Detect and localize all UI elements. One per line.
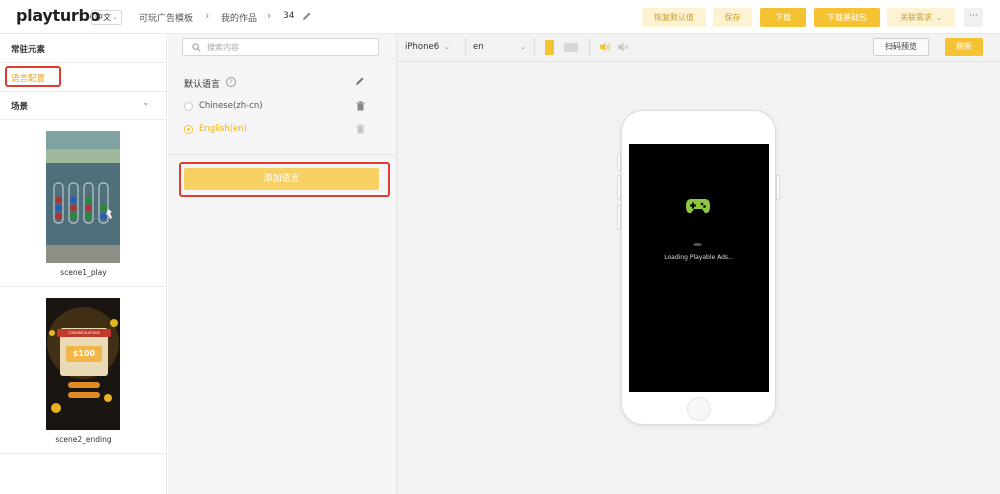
download-base-package-button[interactable]: 下载基础包	[814, 8, 880, 27]
language-name: Chinese(zh-cn)	[199, 101, 263, 111]
highlight-box	[5, 66, 61, 87]
sound-on-icon[interactable]	[599, 41, 611, 53]
divider	[168, 154, 396, 155]
top-bar: playturbo 中文 ⌄ 可玩广告模板 › 我的作品 › 34 恢复默认值 …	[0, 0, 1000, 34]
phone-screen[interactable]: Loading Playable Ads...	[629, 144, 769, 392]
divider	[465, 39, 466, 56]
scene2-thumbnail[interactable]: CONGRATULATIONS $100	[46, 298, 120, 430]
divider	[0, 62, 167, 63]
highlight-box	[179, 162, 390, 197]
scan-preview-button[interactable]: 扫码预览	[873, 38, 929, 56]
landscape-orientation-icon[interactable]	[564, 43, 578, 52]
delete-icon	[356, 124, 365, 134]
preview-area: iPhone6 ⌄ en ⌄ 扫码预览 刷新 Loading Playable …	[397, 34, 1000, 494]
language-name: English(en)	[199, 124, 247, 134]
loading-spinner	[693, 243, 702, 246]
more-options-button[interactable]: ···	[964, 8, 983, 27]
mute-icon[interactable]	[617, 41, 629, 53]
loading-text: Loading Playable Ads...	[664, 254, 734, 261]
default-language-label: 默认语言	[184, 80, 221, 90]
breadcrumb-my-works[interactable]: 我的作品	[221, 11, 257, 24]
chevron-down-icon: ⌄	[112, 13, 118, 21]
congratulations-banner: CONGRATULATIONS	[68, 331, 100, 335]
scene2-preview-image	[46, 298, 120, 430]
divider	[0, 119, 167, 120]
ui-language-select[interactable]: 中文 ⌄	[91, 10, 122, 25]
refresh-button[interactable]: 刷新	[945, 38, 983, 56]
related-needs-label: 关联需求	[900, 13, 933, 22]
scenes-heading: 场景	[11, 102, 29, 112]
chevron-right-icon: ›	[205, 9, 210, 22]
divider	[589, 39, 590, 56]
left-sidebar: 常驻元素 语言配置 场景 ⌄ scene1_play CONGRATULATIO…	[0, 34, 167, 494]
radio-button[interactable]	[184, 102, 193, 111]
language-row-chinese[interactable]: Chinese(zh-cn)	[184, 100, 374, 114]
chevron-down-icon: ⌄	[441, 43, 450, 51]
breadcrumb-project-name: 34	[283, 11, 295, 21]
chevron-down-icon[interactable]: ⌄	[142, 98, 150, 108]
breadcrumb-templates[interactable]: 可玩广告模板	[139, 11, 193, 24]
ui-language-value: 中文	[95, 13, 111, 22]
language-panel: 默认语言 ? Chinese(zh-cn) English(en) 添加语言	[168, 34, 397, 494]
chevron-down-icon: ⌄	[520, 43, 526, 51]
radio-button-selected[interactable]	[184, 125, 193, 134]
download-button[interactable]: 下载	[760, 8, 806, 27]
search-box	[182, 38, 379, 56]
device-value: iPhone6	[405, 42, 440, 52]
resident-elements-heading[interactable]: 常驻元素	[11, 43, 45, 55]
save-button[interactable]: 保存	[713, 8, 752, 27]
reward-amount: $100	[72, 349, 96, 358]
help-icon[interactable]: ?	[226, 77, 236, 87]
scene1-label: scene1_play	[60, 268, 107, 277]
scene1-preview-image	[46, 131, 120, 263]
phone-frame: Loading Playable Ads...	[621, 110, 776, 425]
scene1-thumbnail[interactable]	[46, 131, 120, 263]
search-icon	[192, 43, 201, 52]
divider	[0, 453, 167, 454]
app-logo[interactable]: playturbo	[16, 6, 101, 25]
locale-value: en	[473, 42, 484, 52]
portrait-orientation-icon[interactable]	[545, 40, 554, 55]
chevron-right-icon: ›	[267, 9, 272, 22]
edit-name-icon[interactable]	[302, 11, 312, 21]
language-row-english[interactable]: English(en)	[184, 123, 374, 137]
locale-select[interactable]: en ⌄	[473, 42, 526, 52]
divider	[534, 39, 535, 56]
phone-power-button	[776, 175, 780, 200]
edit-icon[interactable]	[355, 76, 365, 86]
search-input[interactable]	[207, 41, 372, 54]
restore-default-button[interactable]: 恢复默认值	[642, 8, 706, 27]
phone-home-button	[687, 397, 711, 421]
delete-icon[interactable]	[356, 101, 365, 111]
gamepad-icon	[686, 199, 710, 214]
divider	[0, 91, 167, 92]
chevron-down-icon: ⌄	[936, 14, 942, 22]
device-select[interactable]: iPhone6 ⌄	[405, 42, 450, 52]
scene2-label: scene2_ending	[55, 435, 112, 444]
preview-toolbar: iPhone6 ⌄ en ⌄ 扫码预览 刷新	[397, 34, 1000, 62]
related-needs-dropdown[interactable]: 关联需求 ⌄	[887, 8, 955, 27]
divider	[0, 286, 167, 287]
